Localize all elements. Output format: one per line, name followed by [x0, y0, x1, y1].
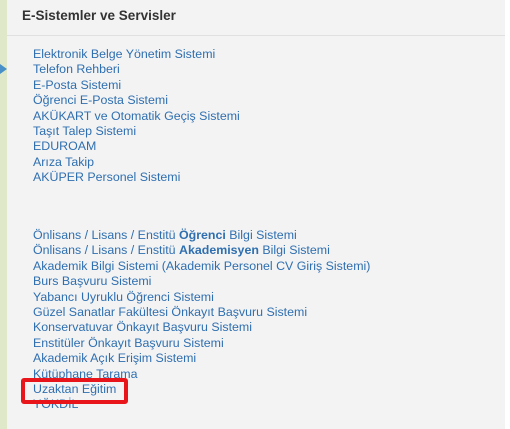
link-e-posta[interactable]: E-Posta Sistemi	[33, 78, 121, 92]
link-ebys[interactable]: Elektronik Belge Yönetim Sistemi	[33, 47, 215, 61]
arrow-right-icon	[0, 64, 7, 74]
title-divider	[7, 35, 505, 36]
link-enstituler-onkayit[interactable]: Enstitüler Önkayıt Başvuru Sistemi	[33, 336, 224, 350]
e-systems-panel: E-Sistemler ve Servisler Elektronik Belg…	[7, 0, 505, 429]
link-konservatuvar-onkayit[interactable]: Konservatuvar Önkayıt Başvuru Sistemi	[33, 320, 252, 334]
link-burs-basvuru[interactable]: Burs Başvuru Sistemi	[33, 274, 151, 288]
section-title: E-Sistemler ve Servisler	[22, 8, 176, 23]
link-eduroam[interactable]: EDUROAM	[33, 139, 96, 153]
link-ogrenci-e-posta[interactable]: Öğrenci E-Posta Sistemi	[33, 93, 168, 107]
link-akademik-bilgi-sistemi[interactable]: Akademik Bilgi Sistemi (Akademik Persone…	[33, 259, 370, 273]
link-ariza-takip[interactable]: Arıza Takip	[33, 155, 94, 169]
link-telefon-rehberi[interactable]: Telefon Rehberi	[33, 62, 120, 76]
highlight-box	[21, 378, 128, 404]
link-akademisyen-bilgi-sistemi[interactable]: Önlisans / Lisans / Enstitü Akademisyen …	[33, 243, 330, 257]
link-akukart[interactable]: AKÜKART ve Otomatik Geçiş Sistemi	[33, 109, 240, 123]
link-ogrenci-bilgi-sistemi[interactable]: Önlisans / Lisans / Enstitü Öğrenci Bilg…	[33, 228, 297, 242]
link-tasit-talep[interactable]: Taşıt Talep Sistemi	[33, 124, 136, 138]
link-akuper[interactable]: AKÜPER Personel Sistemi	[33, 170, 180, 184]
systems-list-1: Elektronik Belge Yönetim Sistemi Telefon…	[33, 47, 240, 186]
link-yabanci-uyruklu[interactable]: Yabancı Uyruklu Öğrenci Sistemi	[33, 290, 214, 304]
link-acik-erisim[interactable]: Akademik Açık Erişim Sistemi	[33, 351, 196, 365]
link-gsf-onkayit[interactable]: Güzel Sanatlar Fakültesi Önkayıt Başvuru…	[33, 305, 307, 319]
